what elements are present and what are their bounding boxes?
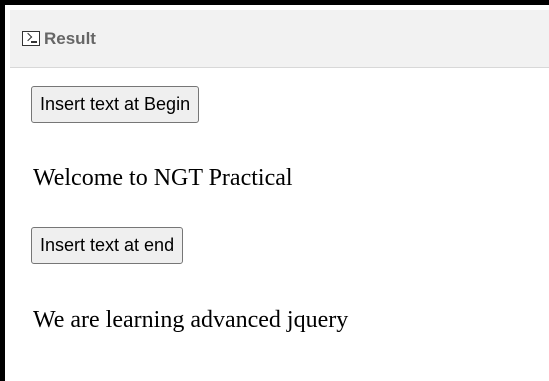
insert-text-end-button[interactable]: Insert text at end	[31, 227, 184, 264]
insert-text-begin-button[interactable]: Insert text at Begin	[31, 86, 200, 123]
welcome-paragraph: Welcome to NGT Practical	[33, 165, 293, 191]
learning-paragraph: We are learning advanced jquery	[33, 307, 349, 333]
result-title: Result	[44, 29, 96, 48]
terminal-icon	[22, 31, 40, 46]
result-header: Result	[10, 10, 549, 68]
